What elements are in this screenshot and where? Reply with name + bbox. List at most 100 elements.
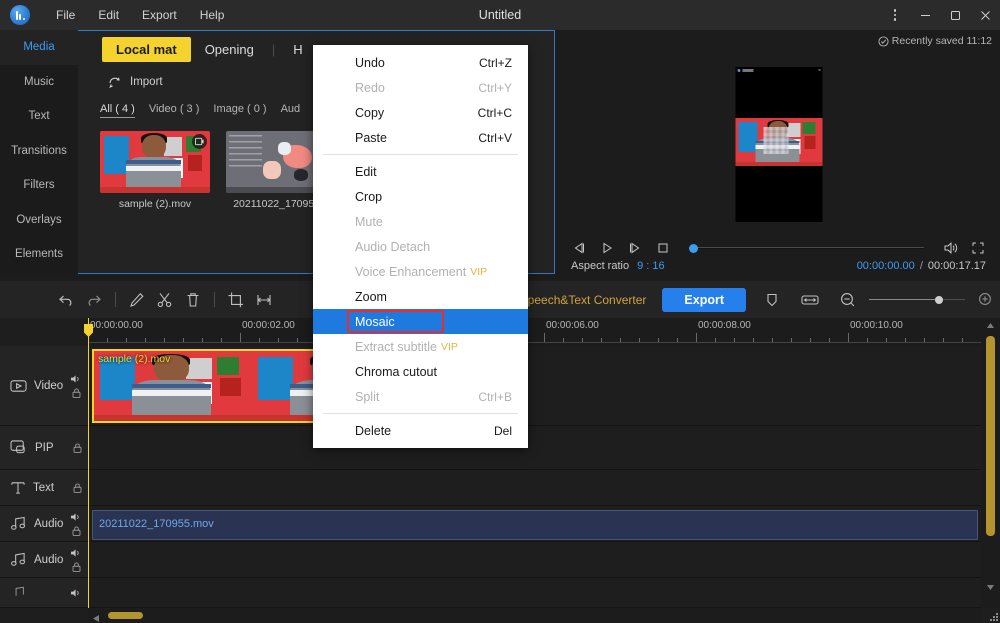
export-button[interactable]: Export xyxy=(662,288,746,312)
vertical-scroll-thumb[interactable] xyxy=(986,336,995,536)
sidebar-item-text[interactable]: Text xyxy=(0,99,78,134)
media-thumbnail[interactable] xyxy=(100,131,210,193)
ruler-tick xyxy=(107,338,108,342)
scroll-left-icon[interactable] xyxy=(92,610,100,623)
context-menu-item-mosaic[interactable]: Mosaic xyxy=(313,309,528,334)
preview-stage[interactable] xyxy=(735,67,822,222)
context-menu-item-copy[interactable]: CopyCtrl+C xyxy=(313,100,528,125)
cut-scissors-icon[interactable] xyxy=(151,286,179,314)
sidebar-item-media[interactable]: Media xyxy=(0,30,78,65)
track-header-audio-1[interactable]: Audio xyxy=(0,506,88,541)
previous-frame-button[interactable] xyxy=(571,240,587,256)
more-options-icon[interactable] xyxy=(880,0,910,30)
context-menu-item-paste[interactable]: PasteCtrl+V xyxy=(313,125,528,150)
filter-image[interactable]: Image ( 0 ) xyxy=(213,103,266,117)
resize-grip[interactable] xyxy=(981,608,1000,623)
filter-audio[interactable]: Aud xyxy=(281,103,301,117)
speed-adjust-icon[interactable] xyxy=(250,286,278,314)
context-menu-item-delete[interactable]: DeleteDel xyxy=(313,418,528,443)
close-icon[interactable] xyxy=(970,0,1000,30)
zoom-in-icon[interactable] xyxy=(972,286,1000,314)
fit-timeline-icon[interactable] xyxy=(796,286,824,314)
timeline-horizontal-scrollbar[interactable] xyxy=(88,608,981,623)
track-lock-icon[interactable] xyxy=(71,525,82,536)
context-menu-item-label: Undo xyxy=(355,56,385,70)
media-item[interactable]: sample (2).mov xyxy=(100,131,210,210)
context-menu-item-crop[interactable]: Crop xyxy=(313,184,528,209)
maximize-icon[interactable] xyxy=(940,0,970,30)
track-lock-icon[interactable] xyxy=(72,442,83,453)
media-item-name: sample (2).mov xyxy=(100,198,210,210)
track-volume-icon[interactable] xyxy=(70,547,83,558)
horizontal-scroll-thumb[interactable] xyxy=(108,612,143,619)
minimize-icon[interactable] xyxy=(910,0,940,30)
zoom-out-icon[interactable] xyxy=(834,286,862,314)
track-lock-icon[interactable] xyxy=(71,387,82,398)
sidebar-item-overlays[interactable]: Overlays xyxy=(0,203,78,238)
speech-text-converter-label[interactable]: Speech&Text Converter xyxy=(520,293,647,307)
filter-video[interactable]: Video ( 3 ) xyxy=(149,103,200,117)
context-menu-item-undo[interactable]: UndoCtrl+Z xyxy=(313,50,528,75)
track-header-audio-3[interactable] xyxy=(0,578,88,607)
menu-help[interactable]: Help xyxy=(190,4,235,26)
context-menu-item-label: Paste xyxy=(355,131,387,145)
context-menu-item-zoom[interactable]: Zoom xyxy=(313,284,528,309)
current-time: 00:00:00.00 xyxy=(857,260,915,272)
fullscreen-icon[interactable] xyxy=(970,240,986,256)
text-icon xyxy=(10,480,26,495)
track-body-text[interactable] xyxy=(88,470,981,505)
track-header-pip[interactable]: PIP xyxy=(0,426,88,469)
sidebar-item-transitions[interactable]: Transitions xyxy=(0,134,78,169)
timeline-ruler[interactable]: 00:00:00.00 00:00:02.00 00:00:04.00 00:0… xyxy=(88,318,981,346)
scroll-down-icon[interactable] xyxy=(981,580,1000,594)
track-body-video[interactable]: sample (2).mov xyxy=(88,346,981,425)
track-header-text[interactable]: Text xyxy=(0,470,88,505)
track-header-audio-2[interactable]: Audio xyxy=(0,542,88,577)
tab-h[interactable]: H xyxy=(279,37,316,62)
tab-opening[interactable]: Opening xyxy=(191,37,268,62)
undo-icon[interactable] xyxy=(52,286,80,314)
play-button[interactable] xyxy=(599,240,615,256)
context-menu-item-chroma-cutout[interactable]: Chroma cutout xyxy=(313,359,528,384)
track-body-pip[interactable] xyxy=(88,426,981,469)
zoom-slider-knob[interactable] xyxy=(935,296,943,304)
sidebar-item-elements[interactable]: Elements xyxy=(0,237,78,272)
sidebar-item-music[interactable]: Music xyxy=(0,65,78,100)
volume-icon[interactable] xyxy=(942,240,958,256)
track-lock-icon[interactable] xyxy=(71,561,82,572)
track-lock-icon[interactable] xyxy=(72,482,83,493)
crop-icon[interactable] xyxy=(222,286,250,314)
menu-file[interactable]: File xyxy=(46,4,85,26)
track-body-audio-3[interactable] xyxy=(88,578,981,607)
timecode-display: 00:00:00.00 / 00:00:17.17 xyxy=(857,260,986,272)
track-volume-icon[interactable] xyxy=(70,511,83,522)
slider-knob[interactable] xyxy=(689,244,698,253)
track-volume-icon[interactable] xyxy=(70,373,83,384)
playhead[interactable] xyxy=(88,318,89,608)
slider-track xyxy=(689,247,924,249)
aspect-ratio-value[interactable]: 9 : 16 xyxy=(637,260,665,272)
delete-trash-icon[interactable] xyxy=(179,286,207,314)
menu-edit[interactable]: Edit xyxy=(88,4,129,26)
track-text: Text xyxy=(0,470,981,506)
playback-progress-slider[interactable] xyxy=(689,240,924,256)
next-frame-button[interactable] xyxy=(627,240,643,256)
filter-all[interactable]: All ( 4 ) xyxy=(100,103,135,118)
marker-icon[interactable] xyxy=(758,286,786,314)
track-body-audio-1[interactable]: 20211022_170955.mov xyxy=(88,506,981,541)
redo-icon[interactable] xyxy=(80,286,108,314)
edit-pencil-icon[interactable] xyxy=(123,286,151,314)
stop-button[interactable] xyxy=(655,240,671,256)
track-body-audio-2[interactable] xyxy=(88,542,981,577)
zoom-slider[interactable] xyxy=(869,290,965,310)
tab-local-mat[interactable]: Local mat xyxy=(102,37,191,62)
scroll-up-icon[interactable] xyxy=(981,318,1000,332)
timeline-vertical-scrollbar[interactable] xyxy=(981,318,1000,608)
ruler-tick xyxy=(734,338,735,342)
menu-export[interactable]: Export xyxy=(132,4,187,26)
context-menu-item-edit[interactable]: Edit xyxy=(313,159,528,184)
track-volume-icon[interactable] xyxy=(70,587,83,598)
timeline-clip-audio[interactable]: 20211022_170955.mov xyxy=(92,510,978,540)
track-header-video[interactable]: Video xyxy=(0,346,88,425)
sidebar-item-filters[interactable]: Filters xyxy=(0,168,78,203)
